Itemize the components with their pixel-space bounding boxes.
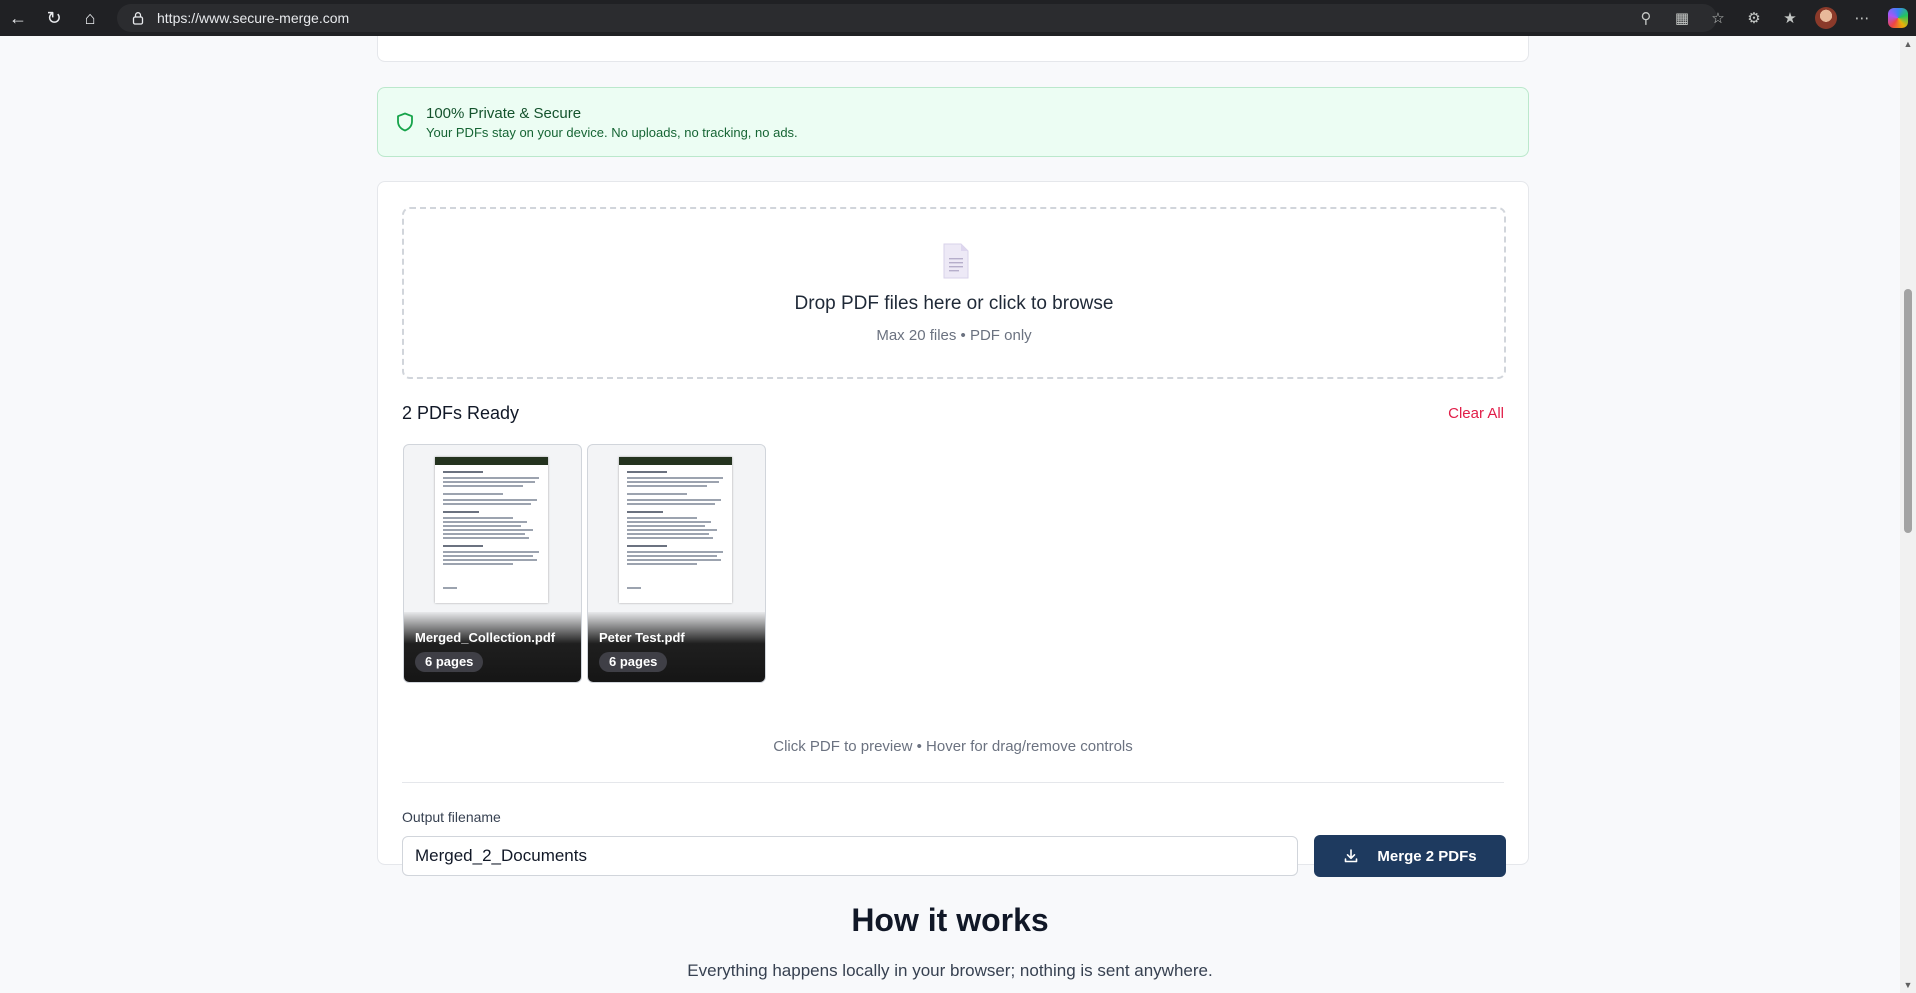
- page-count-badge: 6 pages: [415, 652, 484, 672]
- download-icon: [1343, 848, 1359, 864]
- previous-section-card: [377, 36, 1529, 62]
- scrollbar-thumb[interactable]: [1904, 289, 1912, 533]
- output-filename-input[interactable]: [402, 836, 1298, 876]
- location-icon[interactable]: ⚲: [1628, 0, 1664, 36]
- dropzone-title: Drop PDF files here or click to browse: [794, 293, 1114, 314]
- more-menu-icon[interactable]: ⋯: [1844, 0, 1880, 36]
- pdf-thumbnail-card[interactable]: Peter Test.pdf 6 pages: [587, 444, 766, 683]
- merge-card: Drop PDF files here or click to browse M…: [377, 181, 1529, 877]
- section-divider: [402, 782, 1504, 783]
- document-icon: [942, 243, 970, 279]
- scroll-up-icon[interactable]: ▲: [1903, 39, 1913, 49]
- merge-button[interactable]: Merge 2 PDFs: [1314, 835, 1506, 877]
- pdf-dropzone[interactable]: Drop PDF files here or click to browse M…: [402, 207, 1506, 379]
- address-bar[interactable]: https://www.secure-merge.com: [117, 4, 1717, 32]
- lock-icon[interactable]: [131, 11, 145, 25]
- favorite-star-icon[interactable]: ☆: [1700, 0, 1736, 36]
- shield-icon: [396, 112, 414, 132]
- page-viewport: 100% Private & Secure Your PDFs stay on …: [0, 36, 1900, 993]
- favorites-icon[interactable]: ★: [1772, 0, 1808, 36]
- how-it-works-title: How it works: [851, 902, 1049, 938]
- pdf-thumbnail-card[interactable]: Merged_Collection.pdf 6 pages: [403, 444, 582, 683]
- copilot-icon[interactable]: [1880, 0, 1916, 36]
- output-filename-label: Output filename: [402, 809, 501, 825]
- how-it-works-subtitle: Everything happens locally in your brows…: [687, 961, 1213, 980]
- page-count-badge: 6 pages: [599, 652, 668, 672]
- secure-title: 100% Private & Secure: [426, 105, 582, 122]
- reload-icon[interactable]: ↻: [36, 0, 72, 36]
- browser-toolbar: ← ↻ ⌂ https://www.secure-merge.com ⚲ ▦ ☆…: [0, 0, 1916, 36]
- page-scrollbar[interactable]: ▲ ▼: [1900, 36, 1916, 993]
- url-text[interactable]: https://www.secure-merge.com: [157, 10, 349, 26]
- secure-banner: 100% Private & Secure Your PDFs stay on …: [377, 87, 1529, 157]
- secure-subtitle: Your PDFs stay on your device. No upload…: [426, 125, 798, 140]
- dropzone-subtitle: Max 20 files • PDF only: [876, 327, 1032, 344]
- files-hint: Click PDF to preview • Hover for drag/re…: [773, 738, 1133, 755]
- clear-all-button[interactable]: Clear All: [1448, 405, 1504, 422]
- files-heading: 2 PDFs Ready: [402, 403, 520, 423]
- apps-icon[interactable]: ▦: [1664, 0, 1700, 36]
- pdf-page-preview: [619, 457, 732, 603]
- back-icon[interactable]: ←: [0, 0, 36, 36]
- merge-button-label: Merge 2 PDFs: [1377, 847, 1477, 865]
- pdf-filename: Merged_Collection.pdf: [415, 630, 556, 645]
- extensions-icon[interactable]: ⚙: [1736, 0, 1772, 36]
- scroll-down-icon[interactable]: ▼: [1903, 980, 1913, 990]
- profile-avatar[interactable]: [1808, 0, 1844, 36]
- home-icon[interactable]: ⌂: [72, 0, 108, 36]
- pdf-filename: Peter Test.pdf: [599, 630, 685, 645]
- pdf-page-preview: [435, 457, 548, 603]
